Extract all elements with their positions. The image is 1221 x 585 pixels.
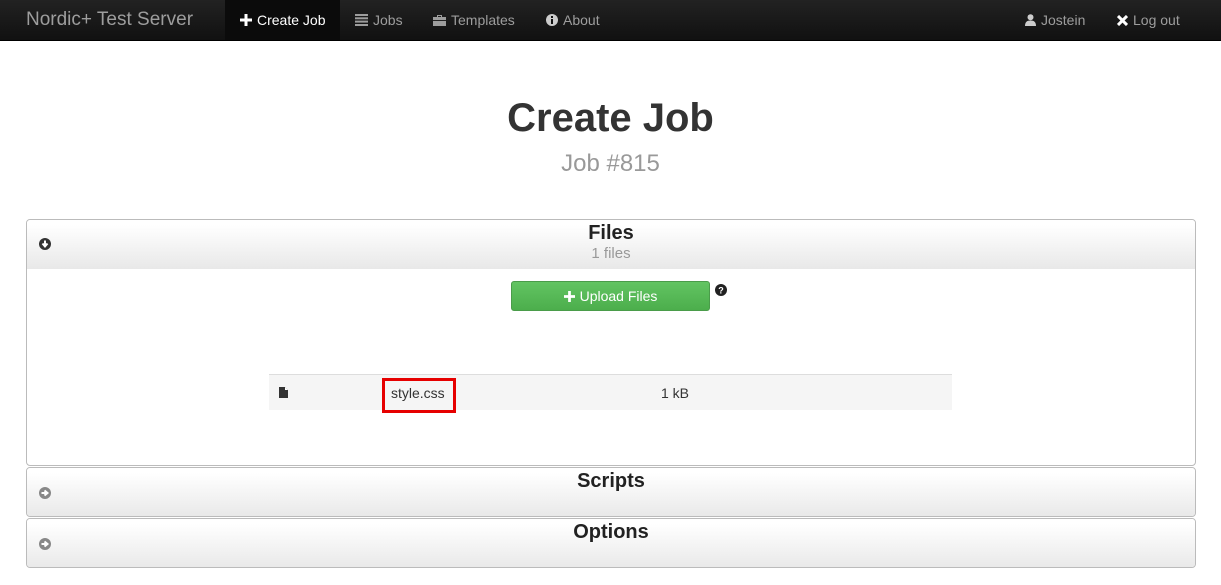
nav-jobs-label: Jobs	[373, 12, 403, 28]
brand-link[interactable]: Nordic+ Test Server	[26, 0, 193, 40]
info-icon	[546, 14, 558, 26]
nav-about-label: About	[563, 12, 600, 28]
page-subtitle: Job #815	[561, 150, 660, 177]
navbar: Nordic+ Test Server Create Job Jobs Temp…	[0, 0, 1221, 41]
scripts-panel-heading[interactable]: Scripts	[27, 468, 1195, 516]
scripts-panel: Scripts	[26, 467, 1196, 517]
files-panel-title: Files	[588, 222, 634, 244]
expand-right-icon	[39, 487, 51, 499]
plus-icon	[240, 14, 252, 26]
nav-templates-label: Templates	[451, 12, 515, 28]
nav-user[interactable]: Jostein	[1010, 0, 1100, 40]
collapse-down-icon	[39, 238, 51, 250]
files-count: 1 files	[591, 245, 631, 262]
nav-create-job[interactable]: Create Job	[225, 0, 341, 40]
nav-about[interactable]: About	[531, 0, 615, 40]
files-panel-heading[interactable]: Files 1 files	[27, 220, 1195, 269]
nav-templates[interactable]: Templates	[418, 0, 530, 40]
user-icon	[1025, 14, 1036, 26]
plus-icon	[563, 290, 575, 302]
briefcase-icon	[433, 15, 446, 26]
svg-text:?: ?	[718, 286, 724, 296]
expand-right-icon	[39, 538, 51, 550]
file-row[interactable]: style.css 1 kB	[269, 374, 952, 413]
options-panel: Options	[26, 518, 1196, 568]
upload-files-label: Upload Files	[579, 288, 658, 304]
file-icon	[279, 387, 288, 398]
nav-jobs[interactable]: Jobs	[340, 0, 418, 40]
scripts-panel-title: Scripts	[577, 470, 645, 492]
close-icon	[1117, 14, 1128, 26]
upload-files-button[interactable]: Upload Files	[511, 281, 710, 311]
options-panel-title: Options	[573, 521, 649, 543]
file-size: 1 kB	[661, 385, 690, 401]
nav-logout[interactable]: Log out	[1102, 0, 1195, 40]
nav-user-label: Jostein	[1041, 12, 1086, 28]
options-panel-heading[interactable]: Options	[27, 519, 1195, 567]
files-panel: Files 1 files	[26, 219, 1196, 466]
file-name[interactable]: style.css	[391, 385, 445, 401]
list-icon	[355, 14, 368, 26]
nav-create-job-label: Create Job	[257, 12, 326, 28]
nav-logout-label: Log out	[1133, 12, 1180, 28]
help-icon[interactable]: ?	[715, 284, 727, 296]
page-title: Create Job	[507, 96, 714, 140]
